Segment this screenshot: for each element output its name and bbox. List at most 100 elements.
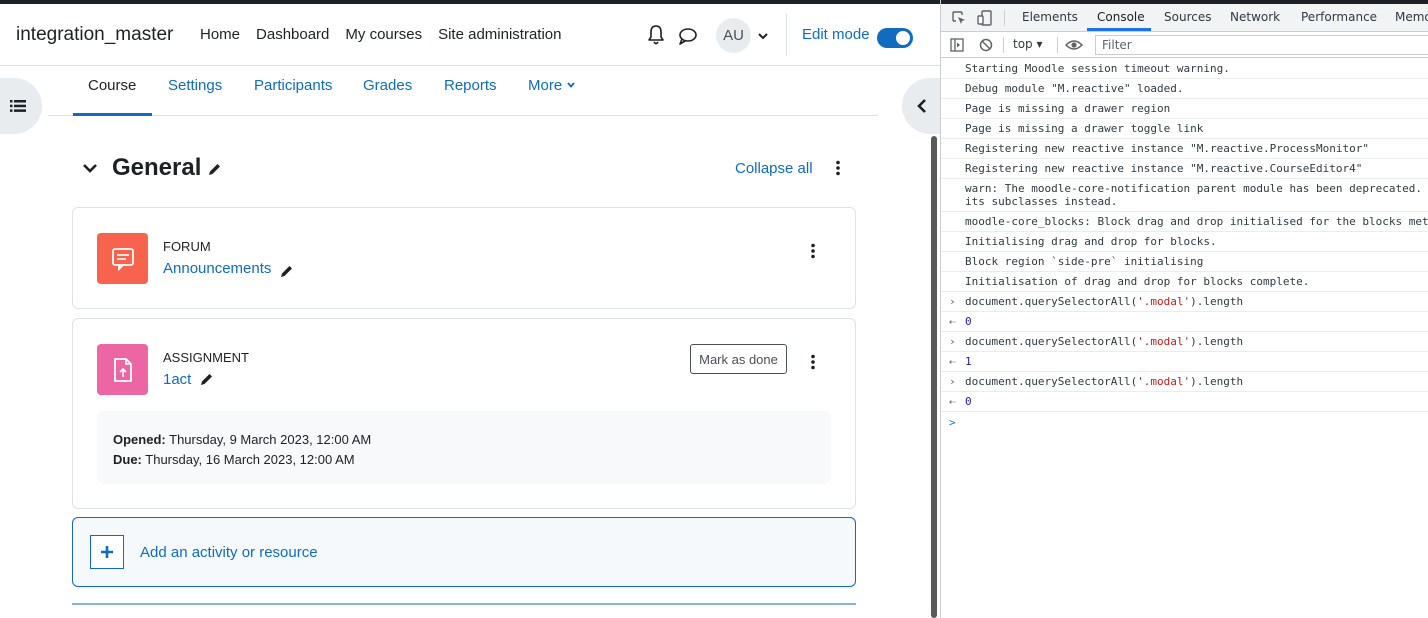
tab-participants[interactable]: Participants [254,77,332,94]
toolbar-separator [1003,37,1004,53]
activity-actions-kebab-icon[interactable] [810,354,816,370]
command-text: ).length [1190,295,1244,308]
tab-elements[interactable]: Elements [1022,10,1078,24]
console-command-row: › document.querySelectorAll('.modal').len… [941,332,1428,352]
command-chevron-icon: › [949,375,956,388]
console-filter-input[interactable]: Filter [1095,35,1428,55]
console-command-row: › document.querySelectorAll('.modal').len… [941,372,1428,392]
console-prompt-input[interactable]: > [941,412,1428,433]
console-log-text: Page is missing a drawer toggle link [965,122,1204,135]
console-log-text: Starting Moodle session timeout warning. [965,62,1230,75]
console-result-row: ⇠ 0 [941,392,1428,412]
activity-name-link[interactable]: 1act [163,371,191,388]
activity-type-label: FORUM [163,239,211,254]
console-log-row: moodle-core_blocks: Block drag and drop … [941,212,1428,232]
command-text: document.querySelectorAll( [965,295,1138,308]
tab-console[interactable]: Console [1097,10,1145,24]
site-brand[interactable]: integration_master [16,24,173,46]
primary-navigation: Home Dashboard My courses Site administr… [200,26,578,43]
console-log-text: Page is missing a drawer region [965,102,1171,115]
list-icon [10,100,26,112]
result-value: 1 [965,355,972,368]
console-log-text: Registering new reactive instance "M.rea… [965,162,1363,175]
console-log-row: warn: The moodle-core-notification paren… [941,179,1428,212]
tab-course[interactable]: Course [88,77,136,94]
mark-as-done-button[interactable]: Mark as done [690,344,787,374]
console-output: Starting Moodle session timeout warning.… [941,59,1428,433]
activity-dates: Opened: Thursday, 9 March 2023, 12:00 AM… [97,411,831,484]
moodle-page: integration_master Home Dashboard My cou… [0,0,940,618]
edit-title-pencil-icon[interactable] [200,372,214,386]
command-string: '.modal' [1137,375,1191,388]
command-chevron-icon: › [949,295,956,308]
console-log-row: Page is missing a drawer toggle link [941,119,1428,139]
edit-section-pencil-icon[interactable] [208,162,222,176]
chevron-down-icon[interactable] [757,30,769,42]
tab-performance[interactable]: Performance [1301,10,1377,24]
activity-actions-kebab-icon[interactable] [810,243,816,259]
tab-more[interactable]: More [528,77,576,94]
chevron-left-icon [917,99,926,113]
block-drawer-toggle[interactable] [902,78,940,134]
console-log-text: Debug module "M.reactive" loaded. [965,82,1184,95]
section-title: General [112,154,202,181]
toolbar-separator [1057,37,1058,53]
navbar-divider [786,14,787,56]
edit-title-pencil-icon[interactable] [280,264,294,278]
activity-card-forum: FORUM Announcements [72,207,856,309]
command-text: ).length [1190,375,1244,388]
tab-settings[interactable]: Settings [168,77,222,94]
activity-card-assignment: ASSIGNMENT 1act Mark as done Opened: Thu… [72,318,856,509]
course-index-drawer-toggle[interactable] [0,78,42,134]
edit-mode-toggle[interactable] [877,28,913,48]
messages-icon[interactable] [678,26,698,46]
active-tab-indicator [73,113,152,116]
result-arrow-icon: ⇠ [949,395,956,408]
inspect-element-icon[interactable] [951,10,967,26]
secondary-navigation: Course Settings Participants Grades Repo… [48,66,878,116]
prompt-chevron-icon: > [949,416,956,429]
navbar: integration_master Home Dashboard My cou… [0,4,940,66]
assignment-icon [97,344,148,395]
live-expression-eye-icon[interactable] [1065,39,1083,51]
plus-icon [90,535,124,569]
console-log-row: Debug module "M.reactive" loaded. [941,79,1428,99]
result-value: 0 [965,315,972,328]
context-selector[interactable]: top ▾ [1013,37,1043,51]
command-chevron-icon: › [949,335,956,348]
nav-my-courses[interactable]: My courses [345,26,422,43]
notification-bell-icon[interactable] [646,24,666,46]
nav-dashboard[interactable]: Dashboard [256,26,329,43]
result-arrow-icon: ⇠ [949,355,956,368]
console-log-text: Initialisation of drag and drop for bloc… [965,275,1310,288]
opened-date: Opened: Thursday, 9 March 2023, 12:00 AM [113,432,372,447]
console-command-row: › document.querySelectorAll('.modal').len… [941,292,1428,312]
edit-mode-label[interactable]: Edit mode [802,26,870,43]
command-text: ).length [1190,335,1244,348]
collapse-section-chevron-icon[interactable] [82,160,98,176]
activity-name-link[interactable]: Announcements [163,260,271,277]
sidebar-toggle-icon[interactable] [950,38,964,52]
due-date: Due: Thursday, 16 March 2023, 12:00 AM [113,452,355,467]
collapse-all-link[interactable]: Collapse all [735,160,813,177]
console-log-row: Starting Moodle session timeout warning. [941,59,1428,79]
console-result-row: ⇠ 1 [941,352,1428,372]
tab-memory[interactable]: Memo [1395,10,1428,24]
nav-site-administration[interactable]: Site administration [438,26,561,43]
clear-console-icon[interactable] [979,38,993,52]
add-activity-button[interactable]: Add an activity or resource [72,517,856,587]
toolbar-separator [1004,10,1005,26]
console-log-row: Page is missing a drawer region [941,99,1428,119]
tab-reports[interactable]: Reports [444,77,497,94]
tab-network[interactable]: Network [1230,10,1280,24]
user-avatar[interactable]: AU [716,18,751,53]
devtools-panel: Elements Console Sources Network Perform… [940,0,1428,618]
section-actions-kebab-icon[interactable] [835,160,841,176]
page-scrollbar[interactable] [931,136,937,618]
device-toolbar-icon[interactable] [977,9,993,27]
tab-sources[interactable]: Sources [1164,10,1211,24]
nav-home[interactable]: Home [200,26,240,43]
console-log-text: moodle-core_blocks: Block drag and drop … [965,215,1428,228]
result-value: 0 [965,395,972,408]
tab-grades[interactable]: Grades [363,77,412,94]
